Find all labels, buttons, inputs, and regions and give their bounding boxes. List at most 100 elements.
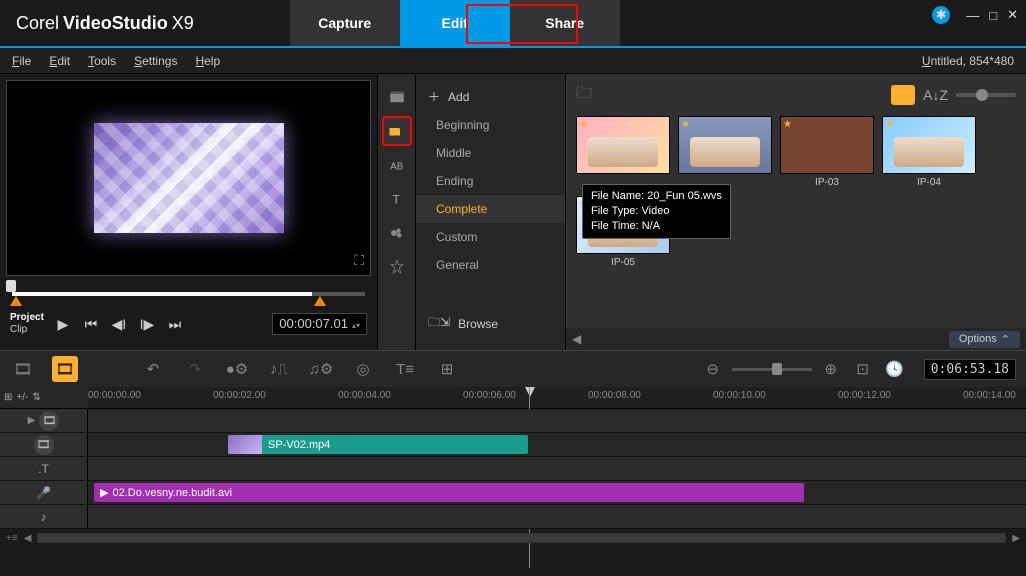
play-button[interactable]: ▶ [50,311,76,337]
ruler-tick: 00:00:10.00 [713,390,766,401]
library-transitions-tab[interactable]: AB [382,150,412,180]
go-start-button[interactable]: ⏮ [78,311,104,337]
timeline-toggle-a[interactable]: +/- [16,392,28,403]
subtitle-editor-button[interactable]: T≡ [392,356,418,382]
timeline-toggle-b[interactable]: ⇅ [32,392,40,403]
project-duration[interactable]: 0:06:53.18 [924,359,1016,380]
template-thumb[interactable]: ★ IP-03 [780,116,874,188]
ruler-tick: 00:00:04.00 [338,390,391,401]
enlarge-preview-icon[interactable]: ⛶ [354,252,364,269]
star-icon: ★ [885,119,894,130]
video-clip[interactable]: SP-V02.mp4 [228,435,528,454]
music-track-icon[interactable]: ♪ [41,510,47,524]
timeline-tools-toggle[interactable]: ⊞ [4,392,12,403]
timeline-add-track-button[interactable]: +≡ [6,533,18,544]
template-thumb[interactable]: ★ [678,116,772,188]
overlay-track-icon[interactable]: 🎞 [34,435,54,455]
playback-mode-toggle[interactable]: ProjectClip [10,312,48,336]
tab-capture[interactable]: Capture [290,0,400,46]
category-custom[interactable]: Custom [416,223,565,251]
brand-text: Corel [16,13,59,34]
library-media-tab[interactable] [382,82,412,112]
motion-tracking-button[interactable]: ◎ [350,356,376,382]
auto-music-button[interactable]: ♫⚙ [308,356,334,382]
preview-timecode[interactable]: 00:00:07.01▴▾ [272,313,367,335]
timeline-zoom-slider[interactable] [732,368,812,371]
preview-viewport[interactable]: ⛶ [6,80,371,276]
fit-timeline-button[interactable]: ⊡ [850,356,876,382]
ruler-tick: 00:00:08.00 [588,390,641,401]
ruler-tick: 00:00:00.00 [88,390,141,401]
svg-text:T: T [392,193,400,207]
category-ending[interactable]: Ending [416,167,565,195]
multi-view-button[interactable]: ⊞ [434,356,460,382]
timeline-ruler[interactable]: 00:00:00.0000:00:02.0000:00:04.0000:00:0… [88,387,1026,408]
category-middle[interactable]: Middle [416,139,565,167]
record-button[interactable]: ●⚙ [224,356,250,382]
thumb-label: IP-04 [917,177,941,188]
audio-clip[interactable]: ▶ 02.Do.vesny.ne.budit.avi [94,483,804,502]
audio-mixer-button[interactable]: ♪⎍ [266,356,292,382]
timeline-scrollbar[interactable] [37,533,1006,543]
library-add-button[interactable]: ＋Add [416,82,565,111]
category-complete[interactable]: Complete [416,195,565,223]
preview-panel: ⛶ ProjectClip ▶ ⏮ ◀I I▶ ⏭ 00:00:07.01▴▾ [0,74,378,350]
template-thumb[interactable]: ★ IP-04 [882,116,976,188]
thumb-label: IP-03 [815,177,839,188]
tab-share[interactable]: Share [510,0,620,46]
star-icon: ★ [681,119,690,130]
thumbnail-zoom-slider[interactable] [956,93,1016,97]
next-frame-button[interactable]: I▶ [134,311,160,337]
template-thumb[interactable]: ★ [576,116,670,188]
notifications-badge-icon[interactable]: ✱ [932,6,950,24]
library-browse-button[interactable]: 🗀⇲Browse [416,307,510,340]
video-track-icon[interactable]: 🎞 [39,411,59,431]
library-graphic-tab[interactable] [382,218,412,248]
library-filter-tab[interactable] [382,252,412,282]
menu-edit[interactable]: Edit [49,54,70,68]
track-expand-icon[interactable]: ▶ [28,415,36,426]
menu-tools[interactable]: Tools [88,54,116,68]
clip-label: 02.Do.vesny.ne.budit.avi [112,487,232,499]
sort-button[interactable]: A↓Z [923,87,948,103]
ruler-tick: 00:00:06.00 [463,390,516,401]
title-track-icon[interactable]: .T [38,462,49,476]
timeline-scroll-right-button[interactable]: ▶ [1012,533,1020,544]
svg-text:AB: AB [390,162,403,173]
library-instant-project-tab[interactable] [382,116,412,146]
minimize-button[interactable]: — [966,8,979,23]
redo-button[interactable]: ↷ [182,356,208,382]
preview-scrubber[interactable] [6,284,371,304]
timeline-playhead-icon[interactable] [525,387,535,397]
prev-frame-button[interactable]: ◀I [106,311,132,337]
app-logo: Corel VideoStudio X9 [0,13,210,34]
timeline-scroll-left-button[interactable]: ◀ [24,533,32,544]
scrub-playhead-icon[interactable] [6,280,16,292]
menu-file[interactable]: File [12,54,31,68]
voice-track-icon[interactable]: 🎤 [36,486,51,500]
timeline-view-button[interactable]: 🎞 [52,356,78,382]
undo-button[interactable]: ↶ [140,356,166,382]
mark-in-icon[interactable] [10,296,22,306]
timeline-clock-icon[interactable]: 🕓 [882,356,908,382]
maximize-button[interactable]: □ [989,8,997,23]
thumbnail-view-button[interactable] [891,85,915,105]
thumbnail-tooltip: File Name: 20_Fun 05.wvs File Type: Vide… [582,184,731,239]
library-options-button[interactable]: Options⌃ [949,331,1020,348]
library-scroll-left-icon[interactable]: ◀ [572,332,581,346]
close-button[interactable]: ✕ [1007,7,1018,23]
zoom-in-button[interactable]: ⊕ [818,356,844,382]
category-general[interactable]: General [416,251,565,279]
library-title-tab[interactable]: T [382,184,412,214]
app-version-text: X9 [172,13,194,34]
library-folder-icon[interactable]: 🗀 [576,82,592,109]
go-end-button[interactable]: ⏭ [162,311,188,337]
category-beginning[interactable]: Beginning [416,111,565,139]
menu-settings[interactable]: Settings [134,54,177,68]
browse-icon: 🗀⇲ [428,313,450,334]
tab-edit[interactable]: Edit [400,0,510,46]
menu-help[interactable]: Help [195,54,220,68]
mark-out-icon[interactable] [314,296,326,306]
zoom-out-button[interactable]: ⊖ [700,356,726,382]
storyboard-view-button[interactable]: 🎞 [10,356,36,382]
